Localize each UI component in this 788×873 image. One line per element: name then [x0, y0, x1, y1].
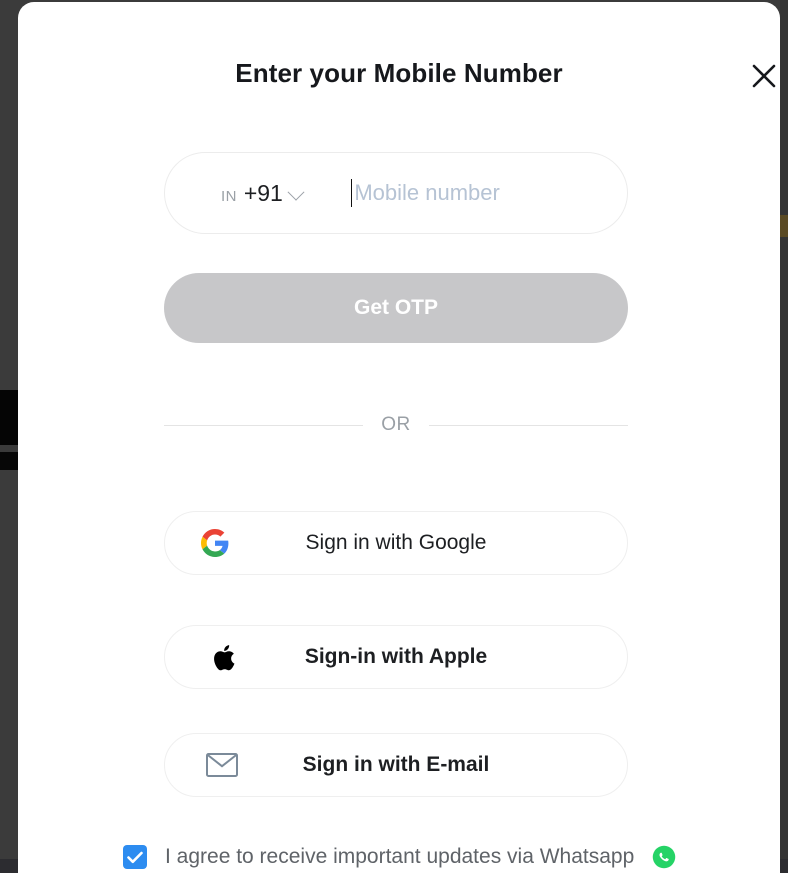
country-code-selector[interactable]: IN +91	[221, 179, 305, 207]
mobile-number-placeholder: Mobile number	[354, 180, 500, 205]
get-otp-button[interactable]: Get OTP	[164, 273, 628, 343]
backdrop-content-block-secondary	[0, 452, 20, 470]
country-iso-label: IN	[221, 187, 237, 205]
divider-line-left	[164, 424, 364, 426]
sign-in-with-google-label: Sign in with Google	[305, 531, 487, 554]
divider-line-right	[428, 424, 628, 426]
chevron-down-icon[interactable]	[287, 183, 305, 201]
sign-in-with-apple-button[interactable]: Sign-in with Apple	[164, 625, 628, 689]
envelope-icon	[205, 748, 239, 782]
text-caret	[350, 179, 353, 207]
whatsapp-icon	[652, 845, 676, 869]
whatsapp-consent-checkbox[interactable]	[123, 845, 147, 869]
sign-in-with-email-button[interactable]: Sign in with E-mail	[164, 733, 628, 797]
mobile-number-input[interactable]: Mobile number	[350, 175, 500, 211]
backdrop-right-strip	[780, 0, 788, 873]
login-modal: Enter your Mobile Number IN +91 Mobile n…	[18, 2, 780, 873]
whatsapp-consent-label: I agree to receive important updates via…	[165, 845, 635, 868]
page-title: Enter your Mobile Number	[235, 58, 563, 88]
whatsapp-consent-row: I agree to receive important updates via…	[123, 845, 676, 869]
backdrop-content-block	[0, 390, 20, 445]
sign-in-with-google-button[interactable]: Sign in with Google	[164, 511, 628, 575]
or-divider: OR	[164, 414, 628, 436]
country-dial-code: +91	[243, 179, 283, 206]
divider-label: OR	[381, 414, 411, 435]
phone-number-field[interactable]: IN +91 Mobile number	[164, 152, 628, 234]
apple-logo-icon	[205, 640, 239, 674]
google-g-icon	[198, 526, 232, 560]
backdrop-right-accent	[780, 215, 788, 237]
